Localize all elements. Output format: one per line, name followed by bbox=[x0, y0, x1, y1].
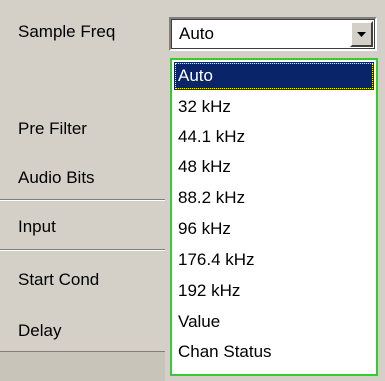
dropdown-option-176-4khz[interactable]: 176.4 kHz bbox=[174, 246, 374, 274]
dropdown-option-32khz[interactable]: 32 kHz bbox=[174, 93, 374, 121]
dropdown-option-96khz[interactable]: 96 kHz bbox=[174, 215, 374, 243]
settings-panel: Sample Freq Pre Filter Audio Bits Input … bbox=[0, 0, 385, 381]
dropdown-option-chan-status[interactable]: Chan Status bbox=[174, 338, 374, 366]
input-label: Input bbox=[18, 217, 56, 236]
pre-filter-label: Pre Filter bbox=[18, 119, 87, 138]
sample-freq-dropdown-list: Auto 32 kHz 44.1 kHz 48 kHz 88.2 kHz 96 … bbox=[170, 58, 378, 376]
sample-freq-label: Sample Freq bbox=[18, 22, 116, 41]
audio-bits-label: Audio Bits bbox=[18, 168, 95, 187]
chevron-down-icon bbox=[357, 31, 366, 37]
dropdown-option-88-2khz[interactable]: 88.2 kHz bbox=[174, 184, 374, 212]
bottom-strip bbox=[0, 352, 165, 381]
combobox-value: Auto bbox=[179, 24, 214, 43]
dropdown-button[interactable] bbox=[350, 21, 373, 47]
dropdown-option-44-1khz[interactable]: 44.1 kHz bbox=[174, 123, 374, 151]
dropdown-option-192khz[interactable]: 192 kHz bbox=[174, 277, 374, 305]
dropdown-option-auto[interactable]: Auto bbox=[174, 62, 374, 90]
start-cond-label: Start Cond bbox=[18, 270, 100, 289]
delay-label: Delay bbox=[18, 321, 62, 340]
section-divider-highlight bbox=[0, 200, 165, 201]
section-divider-highlight bbox=[0, 250, 165, 251]
dropdown-option-48khz[interactable]: 48 kHz bbox=[174, 153, 374, 181]
dropdown-option-value[interactable]: Value bbox=[174, 308, 374, 336]
sample-freq-combobox[interactable]: Auto bbox=[169, 17, 377, 51]
